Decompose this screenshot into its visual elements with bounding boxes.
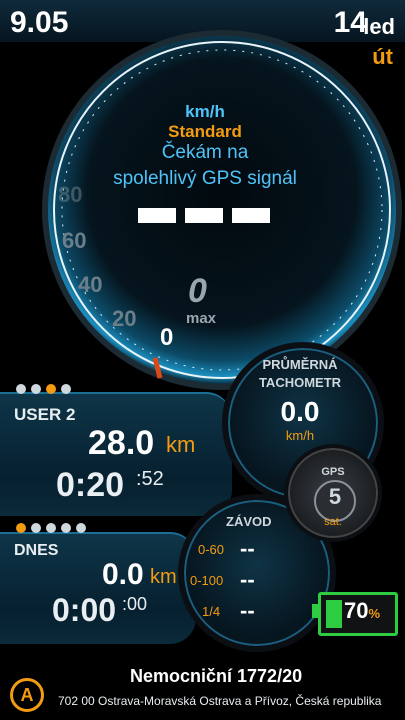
battery-percentage: 70% [344, 598, 381, 623]
scale-label-80: 80 [58, 182, 83, 207]
current-speed-placeholder [138, 208, 279, 228]
race-title: ZÁVOD [226, 514, 272, 529]
clock-time: 9.05 [10, 6, 69, 39]
race-row-value: -- [240, 598, 255, 623]
trip-today-time: 0:00 [52, 592, 117, 628]
max-speed-value: 0 [188, 272, 207, 310]
max-speed-label: max [186, 310, 217, 327]
trip-today-seconds: :00 [122, 594, 148, 614]
trip-today-label: DNES [14, 542, 59, 559]
speed-unit: km/h [185, 102, 225, 121]
race-row-label: 0-100 [190, 573, 224, 588]
date-month: led [363, 14, 395, 39]
trip-user-seconds: :52 [136, 468, 164, 490]
average-speed-unit: km/h [285, 428, 315, 443]
trip-today-distance: 0.0 [102, 558, 144, 591]
needle-value: 0 [160, 324, 174, 351]
trip-user-distance: 28.0 [88, 424, 155, 462]
address-detail: 702 00 Ostrava-Moravská Ostrava a Přívoz… [58, 694, 382, 708]
race-row-label: 0-60 [198, 542, 225, 557]
gps-unit: sat. [324, 516, 342, 528]
scale-label-60: 60 [62, 228, 87, 253]
today-page-indicator [16, 523, 91, 533]
trip-user-distance-unit: km [166, 432, 196, 457]
battery-level-fill [326, 600, 342, 628]
gps-wait-message-line1: Čekám na [161, 142, 249, 163]
gps-satellite-count: 5 [328, 484, 342, 509]
trip-user-time: 0:20 [56, 466, 125, 504]
average-speed-title: PRŮMĚRNÁ TACHOMETR [258, 357, 342, 390]
mode-label[interactable]: Standard [150, 122, 260, 142]
weekday: út [372, 44, 393, 69]
race-row-value: -- [240, 536, 255, 561]
gps-label: GPS [321, 466, 345, 478]
scale-label-20: 20 [112, 306, 137, 331]
address-badge-icon[interactable]: A [10, 678, 44, 712]
trip-user-label: USER 2 [14, 405, 76, 424]
race-row-value: -- [240, 567, 255, 592]
address-street: Nemocniční 1772/20 [130, 666, 303, 686]
trip-page-indicator [16, 384, 76, 394]
scale-label-40: 40 [78, 272, 103, 297]
average-speed-value: 0.0 [280, 396, 320, 427]
trip-today-distance-unit: km [150, 566, 177, 588]
gps-wait-message-line2: spolehlivý GPS signál [113, 168, 297, 189]
date-day: 14 [333, 6, 367, 39]
race-row-label: 1/4 [202, 604, 221, 619]
